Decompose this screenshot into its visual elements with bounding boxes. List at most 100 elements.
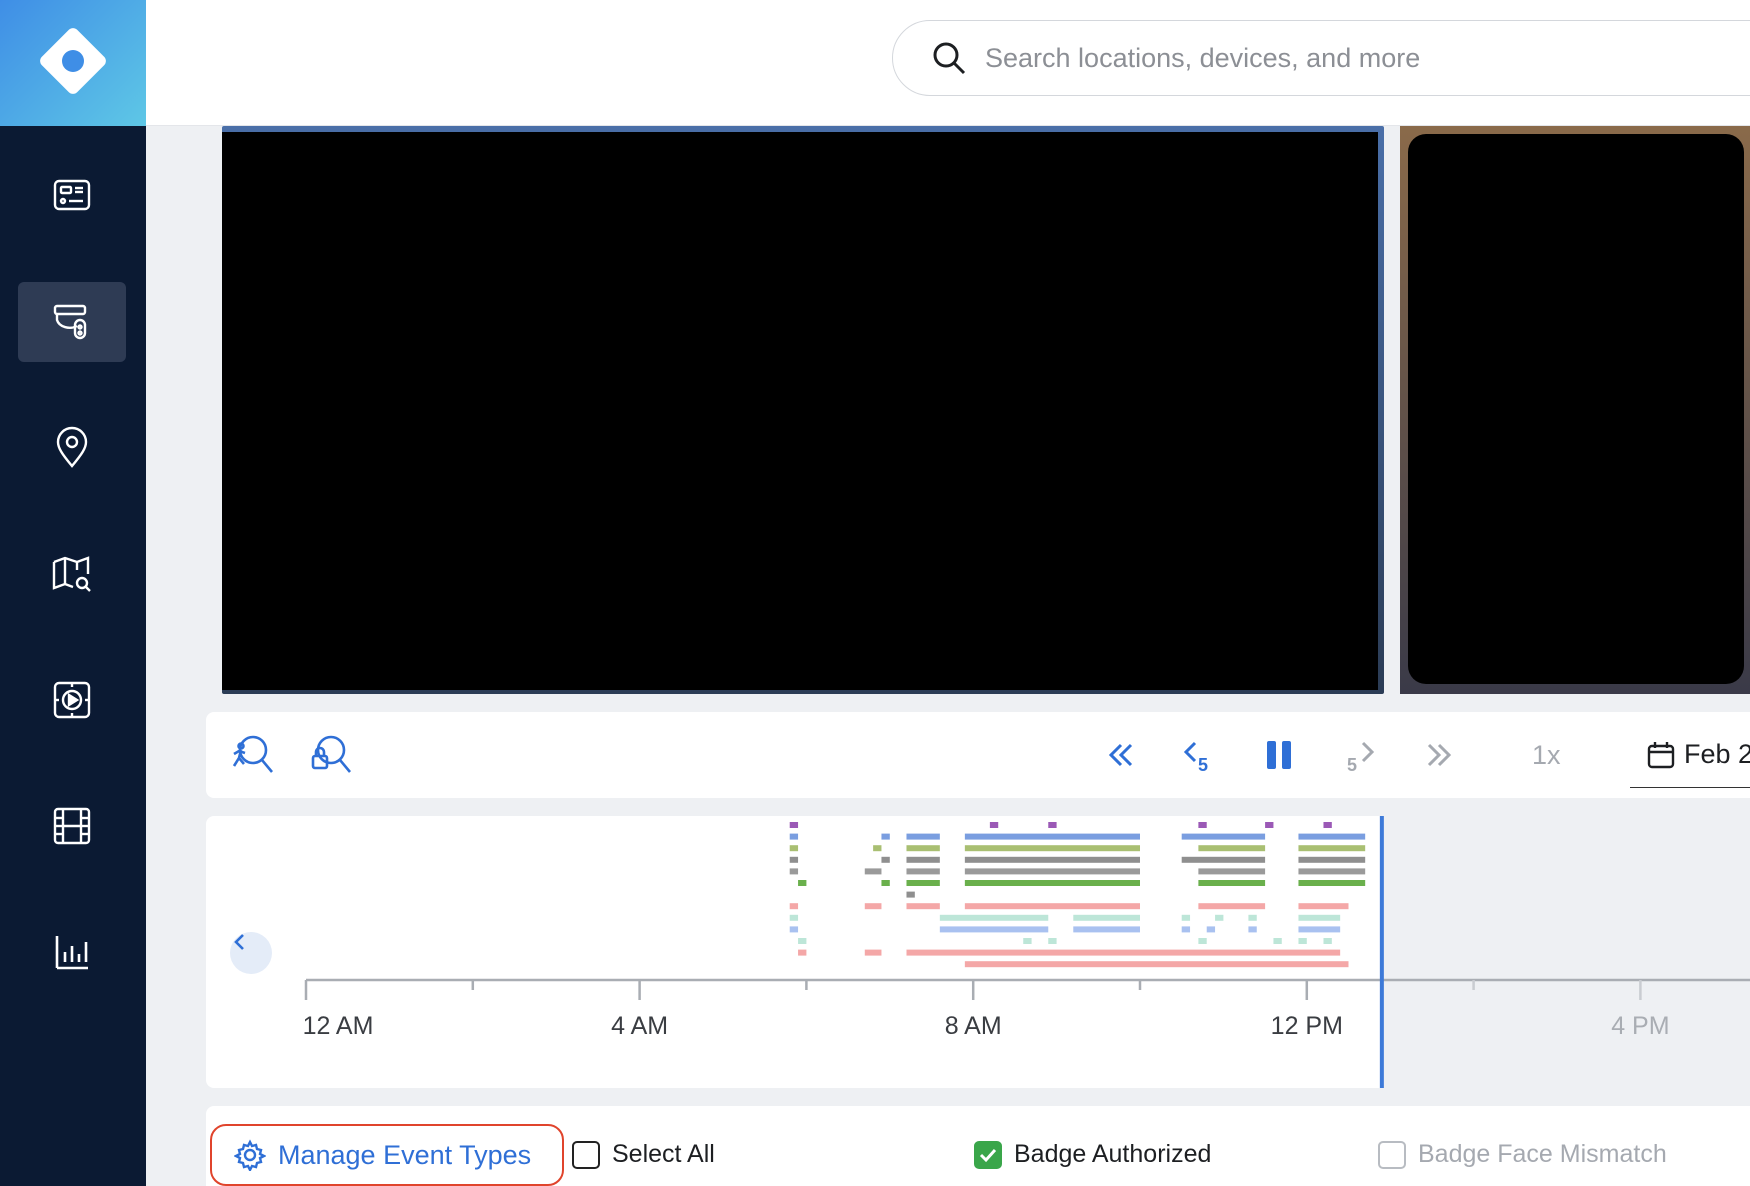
timeline-event-segment[interactable] (906, 949, 1341, 956)
search-box[interactable] (892, 20, 1750, 96)
timeline-event-segment[interactable] (789, 856, 799, 863)
timeline-event-segment[interactable] (906, 868, 940, 875)
date-picker[interactable]: Feb 2 (1630, 722, 1750, 788)
timeline-event-segment[interactable] (798, 949, 807, 956)
sidebar-item-dashboard[interactable] (18, 156, 126, 236)
timeline-event-segment[interactable] (964, 856, 1140, 863)
back-5-button[interactable]: 5 (1176, 732, 1222, 778)
sidebar-item-video-wall[interactable] (18, 660, 126, 740)
timeline-event-segment[interactable] (1273, 938, 1282, 944)
sidebar-item-clips[interactable] (18, 786, 126, 866)
timeline-event-segment[interactable] (1048, 822, 1057, 828)
timeline-event-segment[interactable] (1181, 833, 1266, 840)
timeline-event-segment[interactable] (1198, 880, 1266, 886)
timeline-event-segment[interactable] (906, 903, 940, 910)
timeline-event-segment[interactable] (964, 845, 1140, 852)
timeline-event-segment[interactable] (789, 822, 799, 828)
timeline-event-segment[interactable] (789, 845, 799, 852)
event-timeline[interactable]: 12 AM 4 AM 8 AM 12 PM 4 PM (206, 816, 1750, 1088)
timeline-event-segment[interactable] (881, 880, 890, 886)
timeline-event-segment[interactable] (789, 903, 799, 910)
playback-speed[interactable]: 1x (1532, 740, 1561, 771)
skip-back-button[interactable] (1098, 732, 1144, 778)
badge-authorized-checkbox[interactable]: Badge Authorized (974, 1140, 1211, 1169)
forward-5-button[interactable]: 5 (1336, 732, 1382, 778)
timeline-event-segment[interactable] (1298, 880, 1366, 886)
timeline-event-segment[interactable] (906, 833, 940, 840)
lock-search-button[interactable] (306, 732, 354, 778)
timeline-event-segment[interactable] (1198, 845, 1266, 852)
timeline-event-segment[interactable] (789, 926, 799, 933)
timeline-event-segment[interactable] (1073, 914, 1140, 921)
timeline-event-segment[interactable] (1206, 926, 1216, 933)
checkbox-box[interactable] (572, 1140, 600, 1169)
timeline-event-segment[interactable] (939, 926, 1049, 933)
timeline-event-segment[interactable] (1198, 903, 1266, 910)
timeline-event-segment[interactable] (964, 961, 1349, 968)
timeline-event-segment[interactable] (1198, 938, 1207, 944)
search-input[interactable] (985, 42, 1685, 74)
timeline-event-segment[interactable] (1298, 914, 1341, 921)
timeline-chart[interactable] (206, 816, 1750, 1088)
timeline-event-segment[interactable] (1048, 938, 1057, 944)
sidebar-item-locations[interactable] (18, 408, 126, 488)
timeline-prev-button[interactable] (230, 932, 272, 974)
timeline-event-segment[interactable] (864, 868, 882, 875)
timeline-event-segment[interactable] (798, 938, 807, 944)
timeline-event-segment[interactable] (964, 880, 1140, 886)
timeline-event-segment[interactable] (1248, 914, 1257, 921)
timeline-event-segment[interactable] (1298, 868, 1366, 875)
timeline-event-segment[interactable] (906, 845, 940, 852)
timeline-event-segment[interactable] (789, 833, 799, 840)
skip-forward-button[interactable] (1416, 732, 1462, 778)
timeline-event-segment[interactable] (864, 949, 882, 956)
timeline-event-segment[interactable] (873, 845, 882, 852)
timeline-event-segment[interactable] (989, 822, 999, 828)
video-feed-main[interactable] (222, 126, 1384, 694)
timeline-event-segment[interactable] (1181, 914, 1191, 921)
timeline-event-segment[interactable] (939, 914, 1049, 921)
timeline-event-segment[interactable] (1265, 822, 1274, 828)
timeline-event-segment[interactable] (789, 914, 799, 921)
timeline-event-segment[interactable] (1323, 938, 1332, 944)
timeline-event-segment[interactable] (881, 856, 890, 863)
sidebar-item-maps[interactable] (18, 534, 126, 614)
timeline-event-segment[interactable] (1198, 868, 1266, 875)
video-feed-secondary[interactable] (1400, 126, 1750, 694)
timeline-event-segment[interactable] (906, 891, 915, 898)
timeline-event-segment[interactable] (1181, 856, 1266, 863)
timeline-event-segment[interactable] (964, 833, 1140, 840)
select-all-checkbox[interactable]: Select All (572, 1140, 715, 1169)
manage-event-types-button[interactable]: Manage Event Types (210, 1124, 564, 1186)
timeline-event-segment[interactable] (1298, 845, 1366, 852)
forward-5-icon: 5 (1347, 741, 1375, 775)
pause-button[interactable] (1256, 732, 1302, 778)
timeline-event-segment[interactable] (1298, 903, 1349, 910)
sidebar-item-devices[interactable] (18, 282, 126, 362)
timeline-event-segment[interactable] (906, 856, 940, 863)
timeline-event-segment[interactable] (1073, 926, 1140, 933)
timeline-event-segment[interactable] (1298, 938, 1307, 944)
person-search-button[interactable] (228, 732, 276, 778)
checkbox-box[interactable] (974, 1140, 1002, 1169)
timeline-event-segment[interactable] (906, 880, 940, 886)
checkbox-label: Badge Face Mismatch (1418, 1140, 1667, 1168)
logo[interactable] (0, 0, 146, 126)
timeline-event-segment[interactable] (1298, 833, 1366, 840)
timeline-event-segment[interactable] (1298, 856, 1366, 863)
timeline-event-segment[interactable] (964, 903, 1140, 910)
timeline-event-segment[interactable] (1215, 914, 1224, 921)
timeline-event-segment[interactable] (864, 903, 882, 910)
timeline-event-segment[interactable] (1023, 938, 1032, 944)
timeline-event-segment[interactable] (1248, 926, 1257, 933)
timeline-event-segment[interactable] (964, 868, 1140, 875)
timeline-event-segment[interactable] (1181, 926, 1191, 933)
timeline-event-segment[interactable] (798, 880, 807, 886)
sidebar-item-reports[interactable] (18, 912, 126, 992)
timeline-event-segment[interactable] (1298, 926, 1341, 933)
timeline-event-segment[interactable] (881, 833, 890, 840)
timeline-event-segment[interactable] (789, 868, 799, 875)
timeline-playhead[interactable] (1379, 816, 1384, 1088)
timeline-event-segment[interactable] (1198, 822, 1207, 828)
timeline-event-segment[interactable] (1323, 822, 1332, 828)
